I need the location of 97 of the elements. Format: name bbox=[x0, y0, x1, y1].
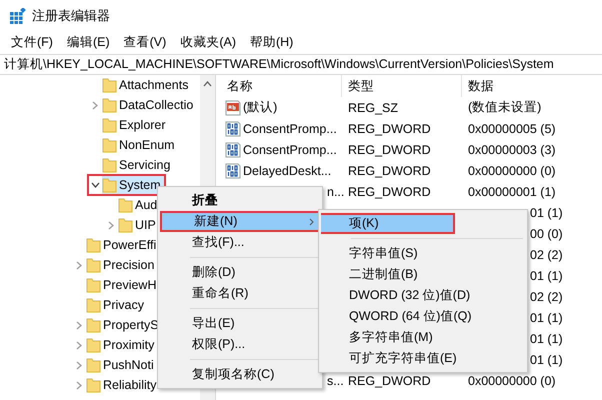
folder-icon bbox=[102, 177, 117, 193]
value-data: 02 (2) bbox=[530, 248, 563, 262]
value-type: REG_DWORD bbox=[347, 374, 432, 388]
expand-chevron-icon[interactable] bbox=[76, 360, 82, 370]
menu-item[interactable]: 复制项名称(C) bbox=[160, 364, 320, 385]
menu-bar-item[interactable]: 帮助(H) bbox=[242, 34, 300, 50]
value-data: 01 (1) bbox=[530, 310, 563, 324]
tree-item[interactable]: Explorer bbox=[88, 115, 170, 135]
value-data: 0x00000000 (0) bbox=[467, 164, 557, 178]
binary-value-icon bbox=[225, 120, 241, 136]
menu-item[interactable]: 可扩充字符串值(E) bbox=[321, 348, 525, 369]
folder-icon bbox=[118, 197, 133, 213]
folder-icon bbox=[86, 317, 101, 333]
folder-icon bbox=[86, 377, 101, 393]
value-data: 0x00000000 (0) bbox=[467, 374, 557, 388]
menu-item[interactable]: 导出(E) bbox=[160, 313, 320, 334]
collapse-chevron-icon[interactable] bbox=[90, 182, 100, 188]
column-header[interactable]: 类型 bbox=[342, 75, 462, 97]
value-data: 01 (1) bbox=[530, 332, 563, 346]
value-data: 02 (2) bbox=[530, 290, 563, 304]
menu-item[interactable]: 查找(F)... bbox=[160, 232, 320, 253]
submenu-chevron-icon bbox=[309, 218, 314, 226]
menu-item[interactable]: 重命名(R) bbox=[160, 283, 320, 304]
folder-icon bbox=[86, 297, 101, 313]
folder-icon bbox=[86, 277, 101, 293]
value-type: REG_DWORD bbox=[347, 164, 432, 178]
menu-item[interactable]: 折叠 bbox=[160, 190, 320, 211]
tree-item[interactable]: UIP bbox=[104, 215, 160, 235]
value-name: n... bbox=[327, 184, 344, 198]
folder-icon bbox=[102, 157, 117, 173]
folder-icon bbox=[102, 97, 117, 113]
tree-item[interactable]: PreviewH bbox=[72, 275, 160, 295]
value-type: REG_DWORD bbox=[347, 122, 432, 136]
value-data: 01 (1) bbox=[530, 268, 563, 282]
folder-icon bbox=[86, 237, 101, 253]
tree-item[interactable]: Reliability bbox=[72, 375, 160, 395]
expand-chevron-icon[interactable] bbox=[92, 100, 98, 110]
menu-bar-item[interactable]: 文件(F) bbox=[4, 34, 60, 50]
tree-item[interactable]: Servicing bbox=[88, 155, 174, 175]
value-data: 01 (1) bbox=[530, 352, 563, 366]
menu-item[interactable]: 删除(D) bbox=[160, 262, 320, 283]
value-data: 01 (1) bbox=[530, 206, 563, 220]
value-data: 0x00000005 (5) bbox=[467, 122, 557, 136]
menu-item[interactable]: 字符串值(S) bbox=[321, 243, 525, 264]
address-bar[interactable]: 计算机\HKEY_LOCAL_MACHINE\SOFTWARE\Microsoft\Windows\CurrentVersion\Policies\System bbox=[0, 54, 602, 75]
expand-chevron-icon[interactable] bbox=[76, 260, 82, 270]
folder-icon bbox=[102, 117, 117, 133]
binary-value-icon bbox=[225, 162, 241, 178]
menu-item[interactable]: 二进制值(B) bbox=[321, 264, 525, 285]
value-type: REG_DWORD bbox=[347, 142, 432, 156]
value-data: 00 (0) bbox=[530, 226, 563, 240]
value-data: 0x00000003 (3) bbox=[467, 142, 557, 156]
tree-item[interactable]: PropertyS bbox=[72, 315, 163, 335]
menu-item[interactable]: 权限(P)... bbox=[160, 334, 320, 355]
value-name: (默认) bbox=[243, 99, 278, 116]
tree-item[interactable]: Privacy bbox=[72, 295, 148, 315]
value-name: ConsentPromp... bbox=[243, 142, 337, 156]
scroll-up-icon[interactable] bbox=[203, 81, 212, 87]
menu-item[interactable]: 项(K) bbox=[321, 213, 455, 234]
folder-icon bbox=[118, 217, 133, 233]
binary-value-icon bbox=[225, 142, 241, 158]
value-name: DelayedDeskt... bbox=[243, 164, 332, 178]
expand-chevron-icon[interactable] bbox=[76, 340, 82, 350]
value-data: (数值未设置) bbox=[467, 99, 542, 116]
menu-item[interactable]: DWORD (32 位)值(D) bbox=[321, 285, 525, 306]
value-data: 0x00000001 (1) bbox=[467, 184, 557, 198]
folder-icon bbox=[86, 257, 101, 273]
registry-grid-icon bbox=[10, 8, 26, 24]
tree-item[interactable]: Precision bbox=[72, 255, 158, 275]
value-type: REG_DWORD bbox=[347, 184, 432, 198]
menu-bar-item[interactable]: 编辑(E) bbox=[60, 34, 117, 50]
expand-chevron-icon[interactable] bbox=[76, 320, 82, 330]
column-header[interactable]: 名称 bbox=[221, 75, 342, 97]
tree-item[interactable]: Attachments bbox=[88, 75, 192, 95]
menu-item[interactable]: 新建(N) bbox=[160, 211, 320, 232]
tree-item[interactable]: Aud bbox=[104, 195, 162, 215]
folder-icon bbox=[86, 357, 101, 373]
value-name: s... bbox=[327, 374, 344, 388]
value-type: REG_SZ bbox=[347, 100, 400, 114]
folder-icon bbox=[102, 137, 117, 153]
menu-bar-item[interactable]: 查看(V) bbox=[116, 34, 174, 50]
expand-chevron-icon[interactable] bbox=[76, 380, 82, 390]
value-name: ConsentPromp... bbox=[243, 122, 337, 136]
menu-item[interactable]: QWORD (64 位)值(Q) bbox=[321, 306, 525, 327]
expand-chevron-icon[interactable] bbox=[108, 220, 114, 230]
tree-item[interactable]: PowerEffi bbox=[72, 235, 160, 255]
tree-item[interactable]: PushNoti bbox=[72, 355, 158, 375]
column-header[interactable]: 数据 bbox=[462, 75, 602, 97]
window-title: 注册表编辑器 bbox=[32, 7, 110, 25]
string-value-icon bbox=[225, 100, 241, 116]
menu-item[interactable]: 多字符串值(M) bbox=[321, 327, 525, 348]
tree-item[interactable]: NonEnum bbox=[88, 135, 179, 155]
tree-item[interactable]: Proximity bbox=[72, 335, 158, 355]
folder-icon bbox=[102, 77, 117, 93]
menu-bar-item[interactable]: 收藏夹(A) bbox=[173, 34, 243, 50]
tree-item[interactable]: DataCollectio bbox=[88, 95, 198, 115]
folder-icon bbox=[86, 337, 101, 353]
